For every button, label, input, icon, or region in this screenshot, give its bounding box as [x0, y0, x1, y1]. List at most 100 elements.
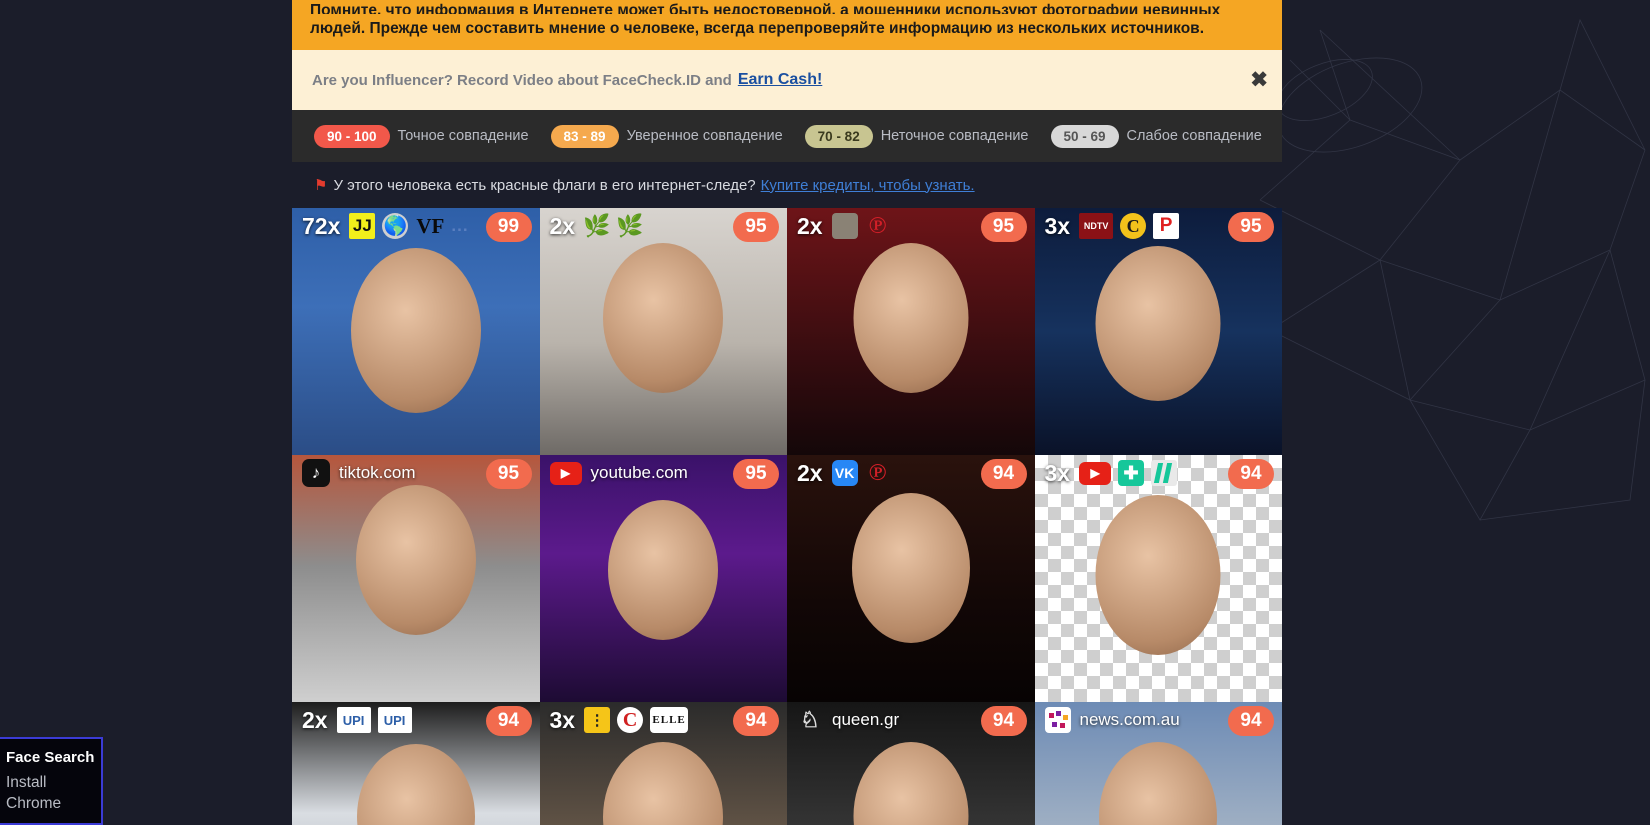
page-root: Помните, что информация в Интернете може…: [0, 0, 1650, 825]
install-line-2: Chrome: [6, 795, 62, 812]
influencer-text: Are you Influencer? Record Video about F…: [312, 71, 732, 89]
main-content-column: Помните, что информация в Интернете може…: [292, 0, 1282, 825]
result-source-icons: [1044, 707, 1071, 733]
red-flag-icon: ⚑: [314, 177, 328, 194]
result-multiplier: 3x: [1044, 212, 1071, 239]
result-card[interactable]: ▶ youtube.com 95: [539, 455, 787, 702]
result-multiplier: 2x: [302, 706, 328, 733]
globe-icon: 🌎: [382, 213, 409, 239]
result-site-name: news.com.au: [1079, 710, 1180, 729]
face-search-title: Face Search: [6, 749, 95, 766]
legend-pill-exact: 90 - 100: [314, 124, 390, 148]
result-multiplier: 72x: [302, 212, 341, 239]
buy-credits-link[interactable]: Купите кредиты, чтобы узнать.: [761, 177, 975, 194]
result-card[interactable]: ♪ tiktok.com 95: [292, 455, 540, 702]
upi-icon: UPI: [377, 707, 412, 733]
match-score-badge: 95: [980, 212, 1027, 242]
match-score-badge: 95: [1228, 212, 1274, 242]
legend-pill-confident: 83 - 89: [550, 124, 619, 148]
result-site-name: tiktok.com: [339, 463, 416, 482]
result-multiplier: 3x: [1044, 459, 1071, 486]
decorative-polygon-network: [1259, 18, 1646, 521]
install-line-1: Install: [6, 774, 47, 791]
earn-cash-link[interactable]: Earn Cash!: [738, 71, 822, 89]
c-red-icon: [617, 707, 644, 733]
ndtv-icon: NDTV: [1079, 213, 1114, 239]
legend-label-uncertain: Неточное совпадение: [880, 128, 1029, 144]
result-source-icons: ⋮ ELLE: [584, 707, 689, 733]
result-source-icons: ♘: [797, 707, 823, 733]
result-card[interactable]: 2x ℗ 95: [787, 208, 1035, 455]
result-card[interactable]: news.com.au 94: [1034, 702, 1282, 825]
result-card[interactable]: 72x JJ 🌎 VF ... 99: [292, 208, 540, 455]
match-score-badge: 94: [485, 706, 532, 736]
warning-banner: Помните, что информация в Интернете може…: [292, 0, 1282, 50]
pinterest-icon: ℗: [868, 460, 887, 486]
install-chrome-label[interactable]: Install Chrome: [0, 766, 101, 814]
match-score-legend: 90 - 100 Точное совпадение 83 - 89 Увере…: [292, 110, 1282, 162]
result-multiplier: 3x: [549, 706, 576, 733]
result-card[interactable]: 3x ▶ ✚ 94: [1034, 455, 1282, 702]
news-icon: [1044, 707, 1071, 733]
vf-icon: VF: [416, 213, 445, 238]
match-score-badge: 94: [1228, 459, 1274, 489]
result-source-icons: ▶ ✚: [1079, 460, 1178, 486]
match-score-badge: 94: [1228, 706, 1274, 736]
result-photo: [539, 455, 787, 702]
result-photo: [787, 455, 1035, 702]
match-score-badge: 94: [733, 706, 779, 736]
close-icon[interactable]: ✖: [1250, 70, 1268, 91]
match-score-badge: 95: [485, 459, 532, 489]
p-red-icon: P: [1153, 213, 1180, 239]
result-card[interactable]: 2x 🌿 🌿 95: [539, 208, 787, 455]
green-bars-icon: [1151, 460, 1178, 486]
weed-icon: 🌿: [584, 213, 611, 238]
thumbnail-icon: [831, 213, 858, 239]
result-source-icons: JJ 🌎 VF: [349, 213, 445, 239]
youtube-icon: ▶: [1079, 461, 1112, 485]
legend-label-weak: Слабое совпадение: [1126, 128, 1262, 144]
results-grid: 72x JJ 🌎 VF ... 99 2x 🌿 🌿 95 2x ℗ 95 3x …: [292, 208, 1282, 825]
jj-icon: JJ: [349, 213, 376, 239]
red-flag-notice: ⚑ У этого человека есть красные флаги в …: [292, 162, 1282, 208]
result-card[interactable]: 3x ⋮ ELLE 94: [539, 702, 787, 825]
pinterest-icon: ℗: [868, 213, 887, 239]
elle-icon: ELLE: [650, 707, 689, 733]
result-source-icons: ♪: [302, 459, 330, 487]
result-source-icons: ℗: [831, 213, 891, 239]
result-site-name: youtube.com: [590, 463, 688, 482]
queen-icon: ♘: [800, 707, 820, 732]
result-photo: [1034, 455, 1282, 702]
result-source-icons: 🌿 🌿: [584, 213, 643, 239]
more-sources-icon[interactable]: ...: [451, 216, 468, 236]
tiktok-icon: ♪: [302, 459, 330, 487]
result-card[interactable]: 2x VK ℗ 94: [787, 455, 1035, 702]
result-card[interactable]: 2x UPI UPI 94: [292, 702, 540, 825]
influencer-banner: Are you Influencer? Record Video about F…: [292, 50, 1282, 110]
legend-pill-weak: 50 - 69: [1050, 124, 1119, 148]
result-photo: [787, 208, 1035, 455]
green-cross-icon: ✚: [1118, 460, 1145, 486]
c-yellow-icon: C: [1120, 213, 1147, 239]
result-photo: [539, 208, 787, 455]
warning-line-2: людей. Прежде чем составить мнение о чел…: [310, 20, 1205, 37]
match-score-badge: 94: [980, 459, 1027, 489]
match-score-badge: 94: [980, 706, 1027, 736]
match-score-badge: 99: [485, 212, 532, 242]
legend-label-confident: Уверенное совпадение: [626, 128, 783, 144]
result-source-icons: VK ℗: [831, 460, 891, 486]
red-flag-text: У этого человека есть красные флаги в ег…: [333, 176, 756, 194]
legend-pill-uncertain: 70 - 82: [804, 124, 873, 148]
upi-icon: UPI: [336, 707, 371, 733]
result-card[interactable]: ♘ queen.gr 94: [787, 702, 1035, 825]
legend-label-exact: Точное совпадение: [397, 128, 529, 144]
match-score-badge: 95: [733, 459, 779, 489]
result-source-icons: ▶: [549, 461, 582, 485]
result-photo: [292, 455, 540, 702]
face-search-popup[interactable]: Face Search Install Chrome: [0, 737, 103, 825]
result-multiplier: 2x: [797, 212, 823, 239]
result-card[interactable]: 3x NDTV C P 95: [1034, 208, 1282, 455]
youtube-icon: ▶: [549, 461, 582, 485]
result-multiplier: 2x: [797, 459, 823, 486]
result-photo: [292, 208, 540, 455]
